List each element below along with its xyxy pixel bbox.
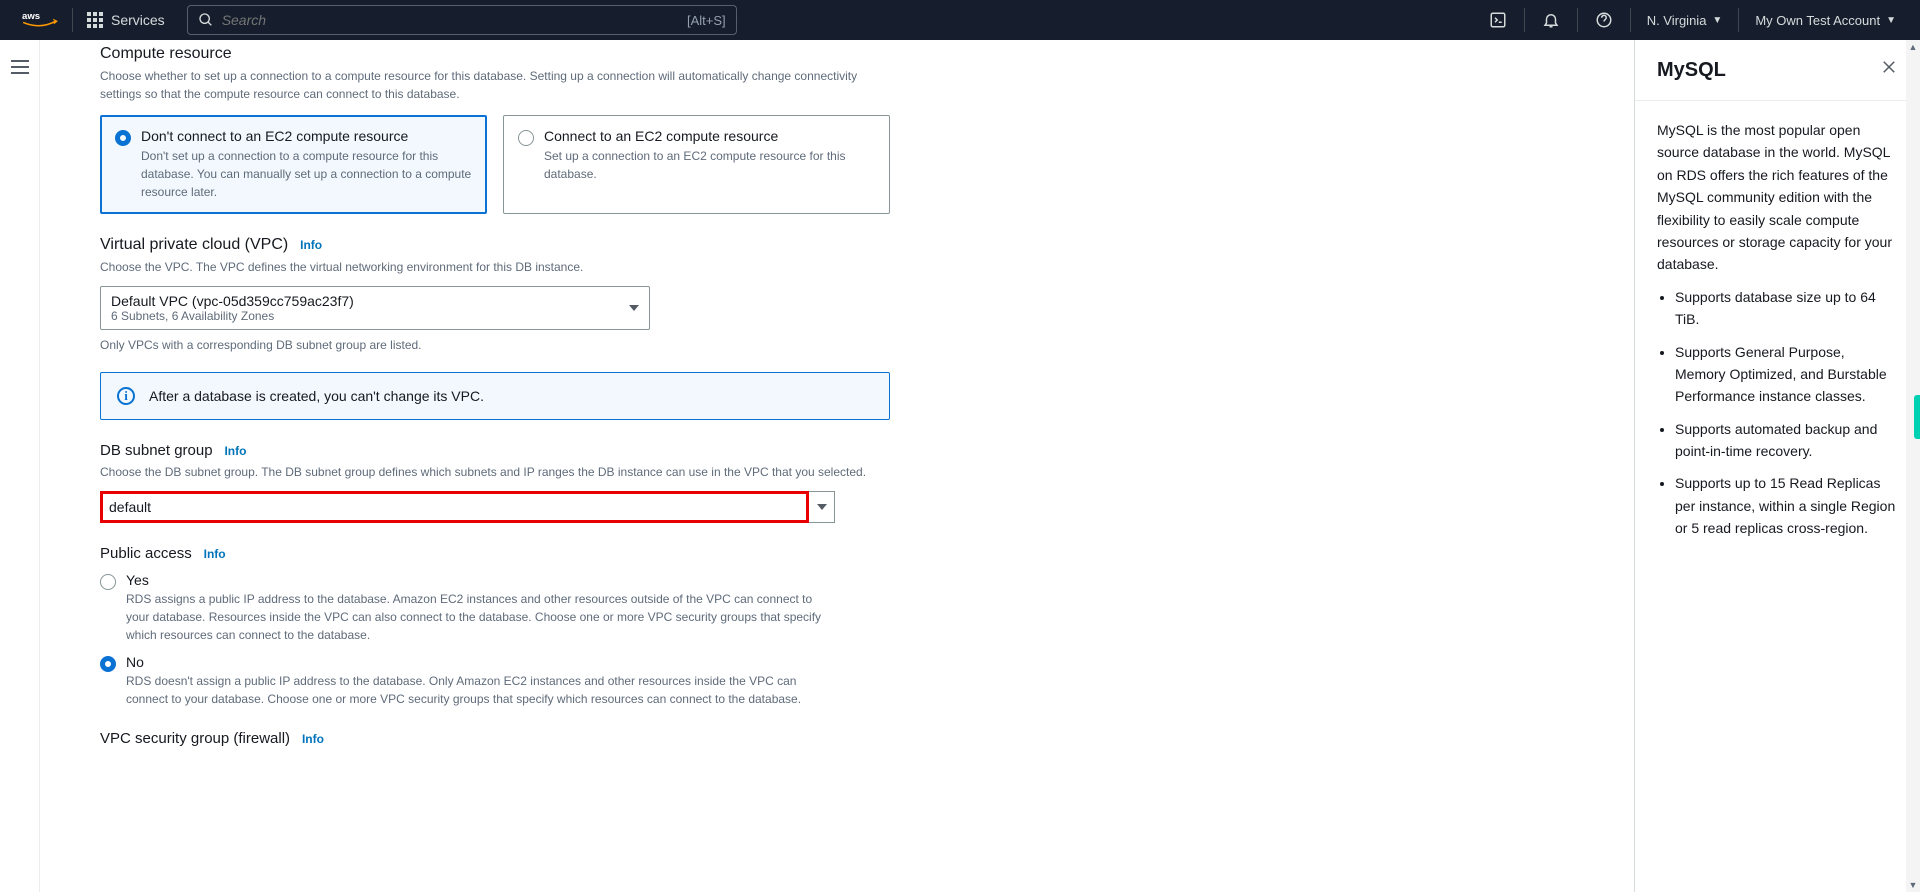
public-access-no[interactable]: No RDS doesn't assign a public IP addres… [100, 654, 890, 708]
radio-desc: RDS assigns a public IP address to the d… [126, 590, 836, 644]
help-button[interactable] [1580, 0, 1628, 40]
public-access-yes[interactable]: Yes RDS assigns a public IP address to t… [100, 572, 890, 644]
radio-label: No [126, 654, 836, 670]
global-nav: aws Services [Alt+S] N. Virgini [0, 0, 1920, 40]
public-access-heading: Public access [100, 545, 192, 562]
subnet-description: Choose the DB subnet group. The DB subne… [100, 463, 890, 481]
search-icon [198, 12, 214, 28]
nav-divider [1630, 8, 1631, 32]
caret-down-icon: ▼ [1712, 15, 1722, 26]
db-subnet-section: DB subnet group Info Choose the DB subne… [100, 442, 890, 523]
public-access-section: Public access Info Yes RDS assigns a pub… [100, 545, 890, 708]
subnet-heading: DB subnet group [100, 442, 213, 459]
caret-down-icon: ▼ [1886, 15, 1896, 26]
region-selector[interactable]: N. Virginia ▼ [1633, 0, 1737, 40]
notifications-button[interactable] [1527, 0, 1575, 40]
help-panel-title: MySQL [1657, 59, 1726, 82]
security-group-heading: VPC security group (firewall) [100, 730, 290, 747]
option-connect-ec2[interactable]: Connect to an EC2 compute resource Set u… [503, 115, 890, 214]
region-label: N. Virginia [1647, 13, 1707, 28]
close-icon [1880, 58, 1898, 76]
help-panel: MySQL MySQL is the most popular open sou… [1635, 40, 1920, 892]
option-title: Don't connect to an EC2 compute resource [141, 128, 472, 144]
nav-divider [1524, 8, 1525, 32]
radio-desc: RDS doesn't assign a public IP address t… [126, 672, 836, 708]
radio-icon [100, 574, 116, 590]
scroll-down-arrow[interactable]: ▼ [1906, 878, 1920, 892]
help-bullet: Supports database size up to 64 TiB. [1675, 286, 1898, 331]
close-help-panel-button[interactable] [1880, 58, 1898, 82]
cloudshell-button[interactable] [1474, 0, 1522, 40]
radio-label: Yes [126, 572, 836, 588]
search-input[interactable] [222, 12, 687, 28]
radio-icon [518, 130, 534, 146]
help-bullet: Supports General Purpose, Memory Optimiz… [1675, 341, 1898, 408]
vpc-section: Virtual private cloud (VPC) Info Choose … [100, 236, 890, 420]
help-panel-bullets: Supports database size up to 64 TiB. Sup… [1657, 286, 1898, 540]
info-icon: i [117, 387, 135, 405]
vpc-heading: Virtual private cloud (VPC) [100, 236, 288, 253]
vpc-info-link[interactable]: Info [300, 238, 322, 252]
nav-divider [1738, 8, 1739, 32]
caret-down-icon [817, 504, 827, 510]
vpc-description: Choose the VPC. The VPC defines the virt… [100, 258, 890, 276]
subnet-info-link[interactable]: Info [224, 444, 246, 458]
side-nav-collapsed [0, 40, 40, 892]
compute-resource-section: Compute resource Choose whether to set u… [100, 45, 890, 214]
subnet-group-value[interactable]: default [100, 491, 809, 523]
help-panel-intro: MySQL is the most popular open source da… [1657, 119, 1898, 276]
aws-logo[interactable]: aws [10, 9, 70, 31]
caret-down-icon [629, 305, 639, 311]
grid-icon [87, 12, 103, 28]
security-group-info-link[interactable]: Info [302, 732, 324, 746]
account-label: My Own Test Account [1755, 13, 1880, 28]
hamburger-icon [11, 60, 29, 62]
option-dont-connect-ec2[interactable]: Don't connect to an EC2 compute resource… [100, 115, 487, 214]
svg-text:aws: aws [22, 11, 40, 22]
vpc-change-alert: i After a database is created, you can't… [100, 372, 890, 420]
subnet-group-select[interactable]: default [100, 491, 835, 523]
main-area: Compute resource Choose whether to set u… [40, 40, 1920, 892]
public-access-info-link[interactable]: Info [204, 547, 226, 561]
alert-text: After a database is created, you can't c… [149, 388, 484, 404]
compute-resource-description: Choose whether to set up a connection to… [100, 67, 890, 103]
compute-resource-heading: Compute resource [100, 45, 890, 63]
subnet-dropdown-button[interactable] [809, 491, 835, 523]
help-bullet: Supports automated backup and point-in-t… [1675, 418, 1898, 463]
option-desc: Set up a connection to an EC2 compute re… [544, 147, 875, 183]
account-menu[interactable]: My Own Test Account ▼ [1741, 0, 1910, 40]
option-desc: Don't set up a connection to a compute r… [141, 147, 472, 201]
vpc-selected-sub: 6 Subnets, 6 Availability Zones [111, 309, 354, 323]
vpc-select[interactable]: Default VPC (vpc-05d359cc759ac23f7) 6 Su… [100, 286, 650, 330]
nav-right: N. Virginia ▼ My Own Test Account ▼ [1474, 0, 1910, 40]
vpc-selected-value: Default VPC (vpc-05d359cc759ac23f7) [111, 293, 354, 309]
scroll-up-arrow[interactable]: ▲ [1906, 40, 1920, 54]
radio-icon [100, 656, 116, 672]
menu-toggle-button[interactable] [11, 60, 29, 892]
option-title: Connect to an EC2 compute resource [544, 128, 875, 144]
form-content: Compute resource Choose whether to set u… [40, 40, 1635, 892]
nav-divider [72, 8, 73, 32]
help-bullet: Supports up to 15 Read Replicas per inst… [1675, 472, 1898, 539]
services-label: Services [111, 12, 165, 28]
bell-icon [1541, 10, 1561, 30]
security-group-section: VPC security group (firewall) Info [100, 730, 890, 747]
feedback-tab[interactable] [1914, 395, 1920, 439]
search-shortcut: [Alt+S] [687, 13, 726, 28]
cloudshell-icon [1488, 10, 1508, 30]
radio-icon [115, 130, 131, 146]
page-scrollbar[interactable]: ▲ ▼ [1906, 40, 1920, 892]
services-menu[interactable]: Services [75, 12, 177, 28]
vpc-note: Only VPCs with a corresponding DB subnet… [100, 336, 890, 354]
nav-divider [1577, 8, 1578, 32]
help-icon [1594, 10, 1614, 30]
global-search[interactable]: [Alt+S] [187, 5, 737, 35]
